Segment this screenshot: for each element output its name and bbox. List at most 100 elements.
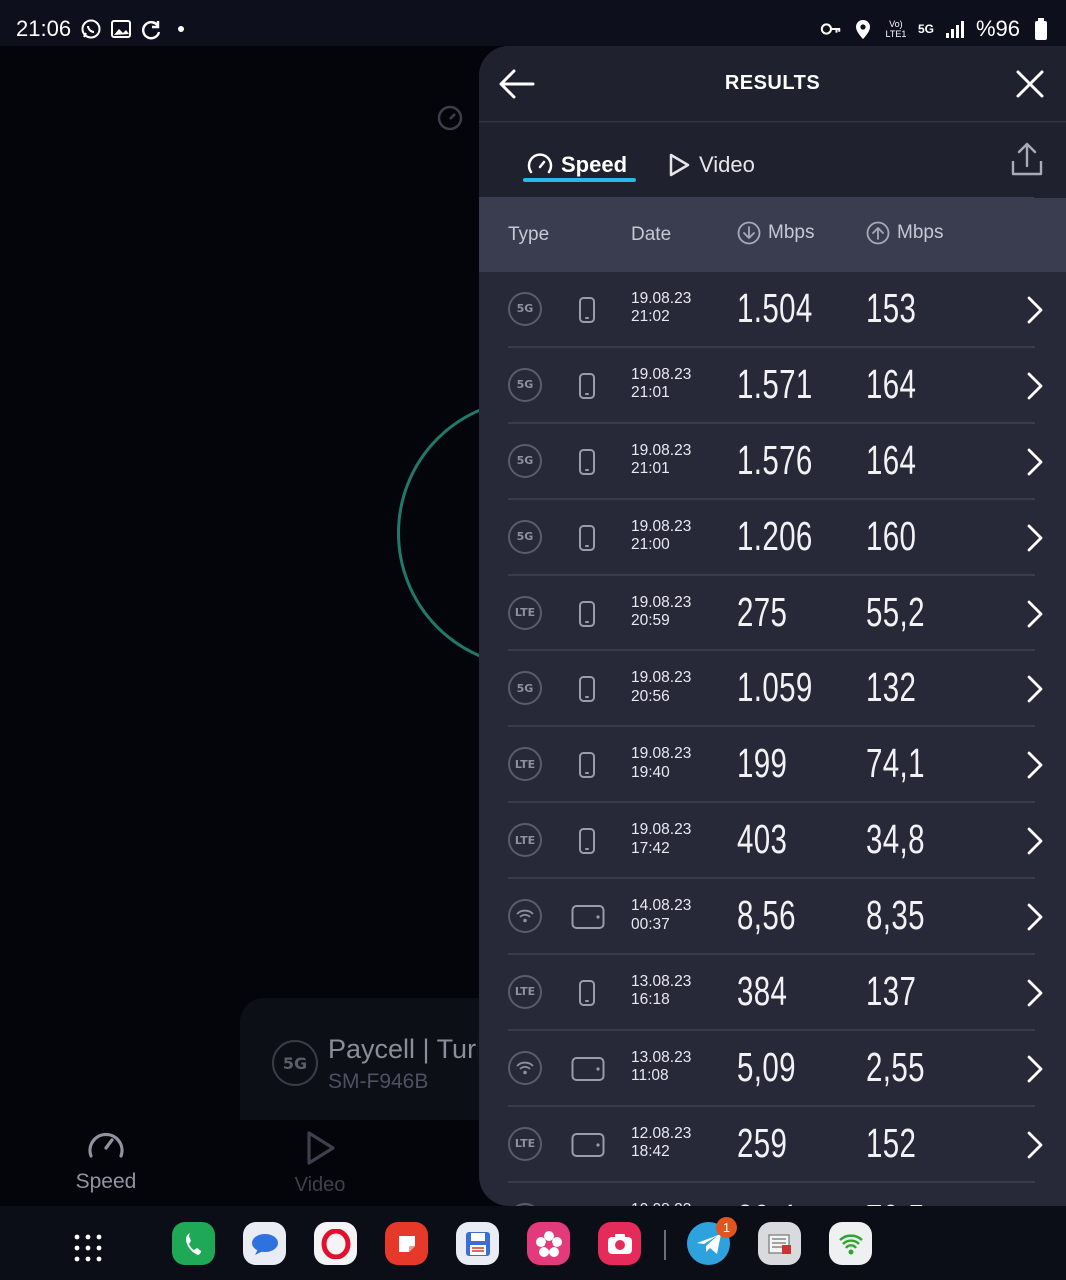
speedometer-icon (437, 105, 463, 131)
opera-app-icon[interactable] (314, 1222, 357, 1265)
close-icon[interactable] (1014, 68, 1046, 100)
upload-arrow-icon (866, 221, 890, 245)
result-date-day: 19.08.23 (631, 745, 692, 763)
camera-app-icon[interactable] (598, 1222, 641, 1265)
upload-value: 152 (866, 1119, 917, 1166)
result-row[interactable]: LTE 13.08.23 16:18 384 137 (479, 955, 1066, 1031)
column-type: Type (508, 224, 549, 246)
tablet-icon (571, 1132, 605, 1162)
battery-icon (1030, 18, 1052, 40)
phone-icon (578, 448, 596, 480)
result-date-time: 21:01 (631, 460, 670, 478)
result-date-day: 19.08.23 (631, 289, 692, 307)
result-date: 19.08.23 21:01 (631, 366, 691, 403)
result-row[interactable]: 5G 19.08.23 21:01 1.576 164 (479, 424, 1066, 500)
result-date-time: 20:56 (631, 687, 670, 705)
chevron-right-icon[interactable] (1023, 294, 1045, 326)
download-value: 1.576 (737, 436, 813, 483)
nav-video[interactable]: Video (280, 1130, 360, 1197)
network-type-badge: LTE (508, 974, 542, 1009)
download-arrow-icon (737, 221, 761, 245)
result-row[interactable]: LTE 19.08.23 17:42 403 34,8 (479, 803, 1066, 880)
download-value: 275 (737, 588, 788, 635)
chevron-right-icon[interactable] (1023, 977, 1045, 1009)
chevron-right-icon[interactable] (1023, 598, 1045, 630)
sync-icon (140, 18, 162, 40)
flower-app-icon[interactable] (527, 1222, 570, 1265)
download-value: 89,4 (737, 1196, 796, 1206)
battery-percent: %96 (975, 16, 1020, 41)
download-value: 1.504 (737, 284, 813, 331)
result-row[interactable]: 5G 19.08.23 21:01 1.571 164 (479, 348, 1066, 424)
device-model: SM-F946B (328, 1070, 429, 1093)
download-value: 199 (737, 740, 788, 787)
nav-speed[interactable]: Speed (60, 1126, 152, 1194)
result-date-time: 21:00 (631, 536, 670, 554)
network-type-badge: 5G (508, 671, 542, 706)
result-row[interactable]: LTE 12.08.23 18:42 259 152 (479, 1107, 1066, 1183)
network-5g-label: 5G (917, 22, 934, 36)
chevron-right-icon[interactable] (1023, 1053, 1045, 1085)
phone-icon (578, 979, 596, 1011)
wifi-icon (516, 909, 534, 923)
phone-app-icon[interactable] (172, 1222, 215, 1265)
download-value: 384 (737, 967, 788, 1014)
network-type-badge: LTE (508, 747, 542, 782)
result-row[interactable]: 5G 19.08.23 21:02 1.504 153 (479, 272, 1066, 348)
result-row[interactable]: LTE10.08.2389,479,5 (479, 1183, 1066, 1206)
result-row[interactable]: 13.08.23 11:08 5,09 2,55 (479, 1031, 1066, 1107)
wifi-app-icon[interactable] (829, 1222, 872, 1265)
result-row[interactable]: 5G 19.08.23 20:56 1.059 132 (479, 651, 1066, 728)
result-row[interactable]: 14.08.23 00:37 8,56 8,35 (479, 879, 1066, 955)
result-row[interactable]: LTE 19.08.23 19:40 199 74,1 (479, 727, 1066, 804)
chevron-right-icon[interactable] (1023, 370, 1045, 402)
result-date-day: 12.08.23 (631, 1124, 692, 1142)
result-date-time: 18:42 (631, 1143, 670, 1161)
network-type-badge: 5G (508, 443, 542, 478)
notes-app-icon[interactable] (385, 1222, 428, 1265)
provider-network-badge: 5G (272, 1040, 318, 1086)
news-app-icon[interactable] (758, 1222, 801, 1265)
result-date: 19.08.23 20:59 (631, 594, 691, 631)
play-icon (669, 153, 690, 177)
chevron-right-icon[interactable] (1023, 825, 1045, 857)
result-date-day: 19.08.23 (631, 593, 692, 611)
download-value: 403 (737, 816, 788, 863)
phone-icon (578, 600, 596, 632)
result-date: 13.08.23 16:18 (631, 973, 691, 1010)
speedometer-icon (88, 1132, 124, 1158)
result-date: 19.08.23 21:02 (631, 290, 691, 327)
results-header: RESULTS (479, 46, 1066, 122)
network-type-badge: LTE (508, 1126, 542, 1161)
table-header: Type Date Mbps Mbps (479, 198, 1066, 272)
column-upload-label: Mbps (897, 222, 944, 243)
result-row[interactable]: 5G 19.08.23 21:00 1.206 160 (479, 500, 1066, 576)
upload-value: 74,1 (866, 740, 925, 787)
column-type-label: Type (508, 224, 550, 245)
app-drawer-icon[interactable] (74, 1234, 102, 1262)
upload-value: 160 (866, 512, 917, 559)
location-icon (852, 18, 874, 40)
chevron-right-icon[interactable] (1023, 522, 1045, 554)
network-type-badge: 5G (508, 291, 542, 326)
chevron-right-icon[interactable] (1023, 1129, 1045, 1161)
chevron-right-icon[interactable] (1023, 673, 1045, 705)
result-date-day: 14.08.23 (631, 897, 692, 915)
result-date-day: 19.08.23 (631, 441, 692, 459)
play-icon (307, 1131, 335, 1165)
results-tabs: Speed Video (479, 123, 1066, 198)
speedometer-icon (527, 153, 553, 174)
download-value: 1.206 (737, 512, 813, 559)
chevron-right-icon[interactable] (1023, 446, 1045, 478)
result-row[interactable]: LTE 19.08.23 20:59 275 55,2 (479, 576, 1066, 652)
tab-video[interactable]: Video (667, 145, 755, 185)
messages-app-icon[interactable] (243, 1222, 286, 1265)
key-icon (820, 18, 842, 40)
dock: 1 (0, 1206, 1066, 1280)
chevron-right-icon[interactable] (1023, 901, 1045, 933)
volte-label: Vo) LTE1 (885, 19, 907, 39)
chevron-right-icon[interactable] (1023, 749, 1045, 781)
result-date-time: 20:59 (631, 612, 670, 629)
save-app-icon[interactable] (456, 1222, 499, 1265)
share-icon[interactable] (1010, 141, 1044, 177)
